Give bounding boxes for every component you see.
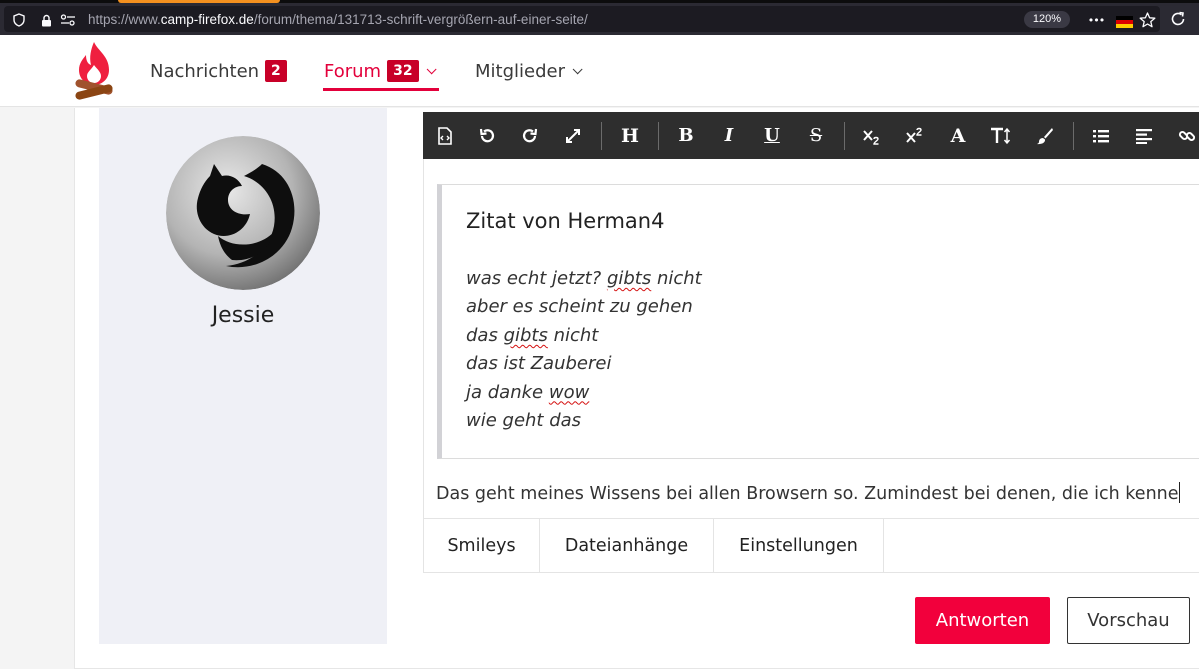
browser-toolbar: https://www.camp-firefox.de/forum/thema/… [0, 3, 1199, 35]
nav-messages-label: Nachrichten [150, 60, 260, 82]
campfire-logo-icon[interactable] [72, 39, 116, 101]
reload-icon[interactable] [1168, 10, 1188, 28]
zoom-indicator[interactable]: 120% [1024, 11, 1070, 28]
address-bar[interactable]: https://www.camp-firefox.de/forum/thema/… [4, 6, 1160, 32]
url-text[interactable]: https://www.camp-firefox.de/forum/thema/… [88, 11, 588, 29]
quote-line: das gibts nicht [466, 322, 702, 350]
quote-line: aber es scheint zu gehen [466, 293, 702, 321]
source-code-icon[interactable] [427, 112, 463, 159]
font-color-button[interactable]: A [940, 112, 976, 159]
fullscreen-icon[interactable] [555, 112, 591, 159]
superscript-icon[interactable] [897, 112, 933, 159]
avatar[interactable] [166, 136, 320, 290]
spellcheck-word[interactable]: gibts [607, 268, 651, 289]
editor-toolbar: H B I U S A [423, 112, 1199, 159]
lock-icon[interactable] [39, 11, 53, 29]
nav-messages[interactable]: Nachrichten 2 [150, 57, 287, 85]
toolbar-separator [1073, 122, 1074, 150]
underline-button[interactable]: U [754, 112, 790, 159]
redo-icon[interactable] [512, 112, 548, 159]
font-size-icon[interactable] [983, 112, 1019, 159]
brush-icon[interactable] [1027, 112, 1063, 159]
quote-line-text: das ist Zauberei [466, 353, 612, 375]
quote-line-text: nicht [651, 268, 702, 289]
nav-forum[interactable]: Forum 32 [324, 57, 437, 85]
link-icon[interactable] [1169, 112, 1199, 159]
spellcheck-word[interactable]: gibts [504, 325, 548, 346]
nav-forum-label: Forum [324, 60, 382, 82]
chevron-down-icon [572, 63, 583, 74]
text-caret [1178, 482, 1180, 503]
spellcheck-word[interactable]: wow [549, 382, 589, 403]
url-prefix: https://www. [88, 12, 161, 27]
site-header: Nachrichten 2 Forum 32 Mitglieder [0, 35, 1199, 107]
quote-line: ja danke wow [466, 379, 702, 407]
url-domain: camp-firefox.de [160, 12, 254, 27]
preview-button[interactable]: Vorschau [1067, 597, 1190, 644]
quote-line-text: was echt jetzt? [466, 268, 607, 289]
reply-text-content: Das geht meines Wissens bei allen Browse… [436, 484, 1179, 504]
quote-line-text: das [466, 324, 504, 346]
toolbar-separator [601, 122, 602, 150]
quote-line: wie geht das [466, 407, 702, 435]
forum-count-badge: 32 [387, 60, 419, 82]
reply-text[interactable]: Das geht meines Wissens bei allen Browse… [436, 482, 1198, 504]
strikethrough-button[interactable]: S [798, 112, 834, 159]
quote-line: was echt jetzt? gibts nicht [466, 265, 702, 293]
quote-line-text: wie geht das [466, 410, 582, 432]
tab-settings[interactable]: Einstellungen [714, 519, 884, 572]
bold-button[interactable]: B [668, 112, 704, 159]
toolbar-separator [658, 122, 659, 150]
messages-count-badge: 2 [265, 60, 287, 82]
heading-button[interactable]: H [612, 112, 648, 159]
page-actions-icon[interactable]: ••• [1086, 11, 1106, 29]
shield-icon[interactable] [11, 11, 27, 29]
quote-text[interactable]: was echt jetzt? gibts nicht aber es sche… [466, 265, 702, 435]
quote-line: das ist Zauberei [466, 350, 702, 378]
align-left-icon[interactable] [1126, 112, 1162, 159]
subscript-icon[interactable] [854, 112, 890, 159]
tab-smileys[interactable]: Smileys [424, 519, 540, 572]
italic-button[interactable]: I [711, 112, 747, 159]
quote-title: Zitat von Herman4 [466, 209, 665, 233]
nav-members-label: Mitglieder [475, 60, 565, 82]
submit-reply-button[interactable]: Antworten [915, 597, 1050, 644]
tab-attachments[interactable]: Dateianhänge [540, 519, 714, 572]
active-nav-underline [323, 88, 439, 91]
german-flag-icon[interactable] [1116, 16, 1133, 28]
undo-icon[interactable] [469, 112, 505, 159]
permissions-icon[interactable] [59, 11, 77, 29]
toolbar-separator [844, 122, 845, 150]
bullet-list-icon[interactable] [1083, 112, 1119, 159]
quote-line-text: ja danke [466, 381, 549, 403]
chevron-down-icon [426, 63, 437, 74]
nav-members[interactable]: Mitglieder [475, 57, 583, 85]
url-path: /forum/thema/131713-schrift-vergrößern-a… [253, 12, 588, 27]
bookmark-star-icon[interactable] [1137, 11, 1157, 29]
username[interactable]: Jessie [99, 303, 387, 328]
quote-line-text: aber es scheint zu gehen [466, 296, 693, 318]
quote-line-text: nicht [547, 324, 599, 346]
editor-tabs: Smileys Dateianhänge Einstellungen [423, 518, 1199, 573]
